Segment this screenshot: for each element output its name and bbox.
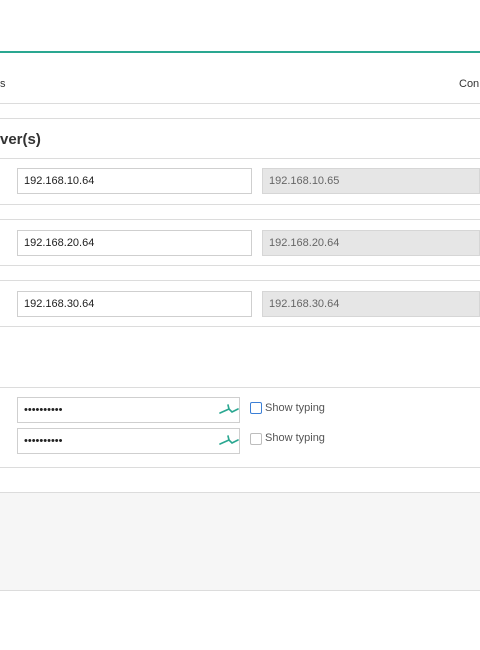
show-typing-label[interactable]: Show typing [265,402,325,414]
secondary-server-field: 192.168.20.64 [262,230,480,256]
header-left-label: s [0,78,6,90]
divider [0,590,480,591]
secondary-server-field: 192.168.10.65 [262,168,480,194]
divider [0,265,480,266]
divider [0,158,480,159]
secondary-server-field: 192.168.30.64 [262,291,480,317]
primary-server-input[interactable]: 192.168.20.64 [17,230,252,256]
divider [0,467,480,468]
show-typing-checkbox[interactable] [250,402,262,414]
divider [0,219,480,220]
section-title: ver(s) [0,131,41,148]
divider [0,387,480,388]
key-icon[interactable] [219,403,239,415]
show-typing-checkbox[interactable] [250,433,262,445]
divider [0,118,480,119]
divider [0,280,480,281]
show-typing-label[interactable]: Show typing [265,432,325,444]
footer-panel [0,493,480,590]
password-input[interactable]: •••••••••• [17,397,240,423]
confirm-password-input[interactable]: •••••••••• [17,428,240,454]
header-right-label[interactable]: Con [459,78,479,90]
divider [0,204,480,205]
primary-server-input[interactable]: 192.168.30.64 [17,291,252,317]
primary-server-input[interactable]: 192.168.10.64 [17,168,252,194]
key-icon[interactable] [219,434,239,446]
header-accent-line [0,51,480,53]
divider [0,103,480,104]
divider [0,326,480,327]
